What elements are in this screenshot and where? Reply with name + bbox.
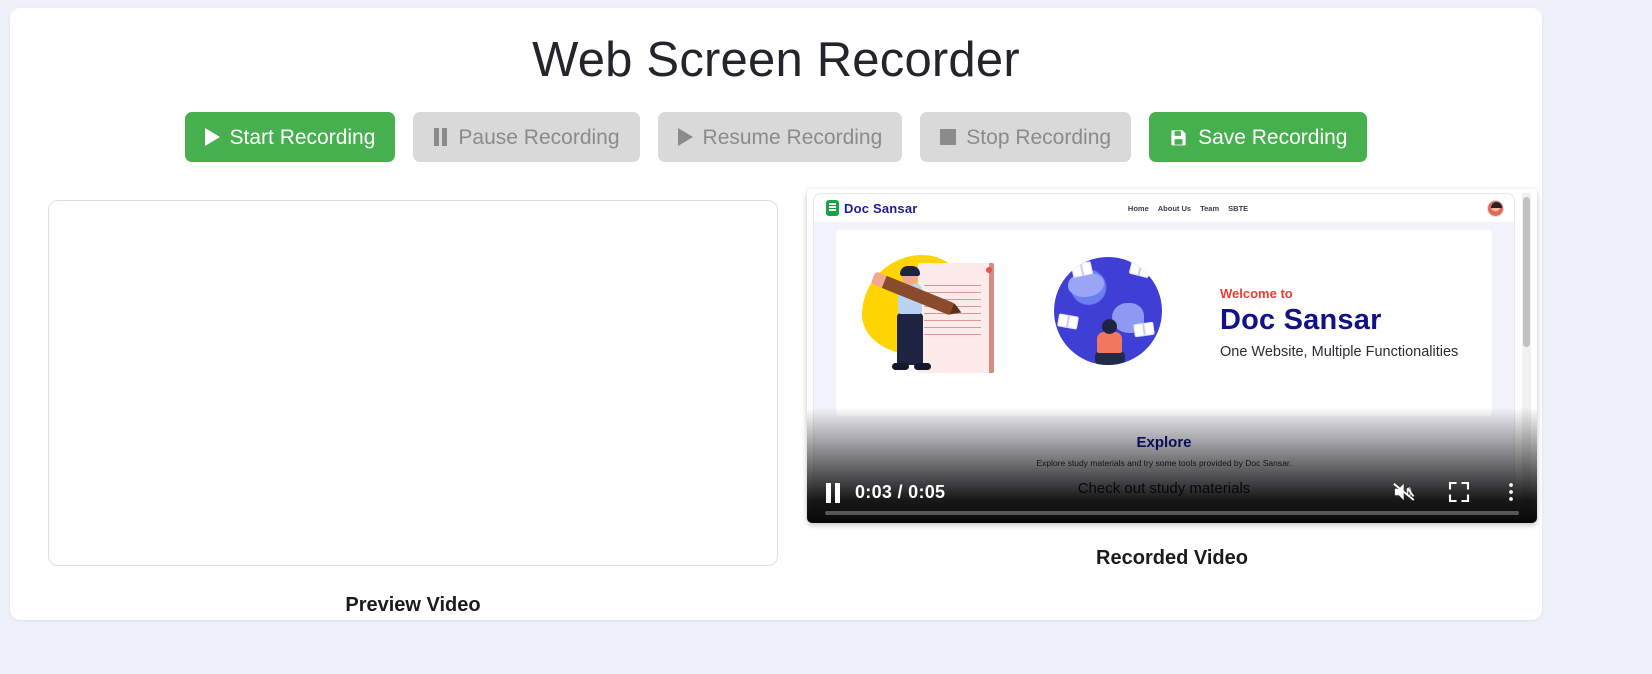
pause-icon <box>433 128 448 147</box>
hero-illustration <box>844 243 1194 403</box>
scrollbar-thumb[interactable] <box>1523 197 1530 347</box>
doc-sansar-logo <box>826 200 839 216</box>
hero-title: Doc Sansar <box>1220 303 1382 336</box>
captured-nav-item-about-us: About Us <box>1157 203 1192 213</box>
recorded-video-player[interactable]: Doc Sansar Home About Us Team SBTE Welco… <box>807 189 1537 523</box>
video-controls-left: 0:03 / 0:05 <box>825 482 945 503</box>
save-floppy-icon <box>1169 128 1188 147</box>
play-icon <box>677 128 693 147</box>
captured-nav-item-team: Team <box>1200 203 1220 213</box>
captured-navbar: Doc Sansar Home About Us Team SBTE <box>814 194 1514 222</box>
captured-brand: Doc Sansar <box>826 200 918 216</box>
start-recording-label: Start Recording <box>229 125 376 149</box>
globe-reader-illustration <box>1054 257 1162 365</box>
start-recording-button[interactable]: Start Recording <box>184 112 396 163</box>
pause-recording-button[interactable]: Pause Recording <box>413 112 640 163</box>
hero-eyebrow: Welcome to <box>1220 285 1293 301</box>
video-time-display: 0:03 / 0:05 <box>855 482 946 502</box>
preview-panel: Preview Video <box>48 200 778 617</box>
page-title: Web Screen Recorder <box>532 33 1020 87</box>
volume-muted-icon[interactable] <box>1391 479 1417 505</box>
save-recording-button[interactable]: Save Recording <box>1149 112 1368 163</box>
video-pause-button[interactable] <box>825 482 841 503</box>
preview-video[interactable] <box>48 200 778 566</box>
save-recording-label: Save Recording <box>1198 125 1348 149</box>
user-avatar <box>1487 200 1504 217</box>
app-card: Web Screen Recorder Start Recording Paus… <box>10 8 1542 620</box>
preview-video-label: Preview Video <box>345 594 481 616</box>
more-vertical-icon[interactable] <box>1501 481 1521 503</box>
recorded-panel: Doc Sansar Home About Us Team SBTE Welco… <box>807 189 1537 570</box>
captured-nav-item-home: Home <box>1127 203 1149 213</box>
hero-tagline: One Website, Multiple Functionalities <box>1220 344 1459 361</box>
explore-title: Explore <box>1136 434 1192 451</box>
video-progress-bar[interactable] <box>825 511 1519 515</box>
captured-nav-item-sbte: SBTE <box>1228 203 1249 213</box>
fullscreen-icon[interactable] <box>1447 480 1471 504</box>
resume-recording-button[interactable]: Resume Recording <box>657 112 903 163</box>
play-icon <box>204 128 220 147</box>
recorder-toolbar: Start Recording Pause Recording Resume R… <box>10 112 1542 163</box>
stop-recording-button[interactable]: Stop Recording <box>920 112 1132 163</box>
video-controls-bar: 0:03 / 0:05 <box>807 461 1537 523</box>
stop-icon <box>940 129 957 146</box>
resume-recording-label: Resume Recording <box>702 125 883 149</box>
captured-brand-name: Doc Sansar <box>844 200 918 216</box>
recorded-video-label: Recorded Video <box>1096 547 1248 569</box>
hero-text-block: Welcome to Doc Sansar One Website, Multi… <box>1220 286 1458 360</box>
stop-recording-label: Stop Recording <box>966 125 1112 149</box>
captured-nav-menu: Home About Us Team SBTE <box>1128 204 1248 213</box>
captured-hero: Welcome to Doc Sansar One Website, Multi… <box>836 230 1492 416</box>
pause-recording-label: Pause Recording <box>458 125 620 149</box>
video-controls-right <box>1391 479 1521 505</box>
